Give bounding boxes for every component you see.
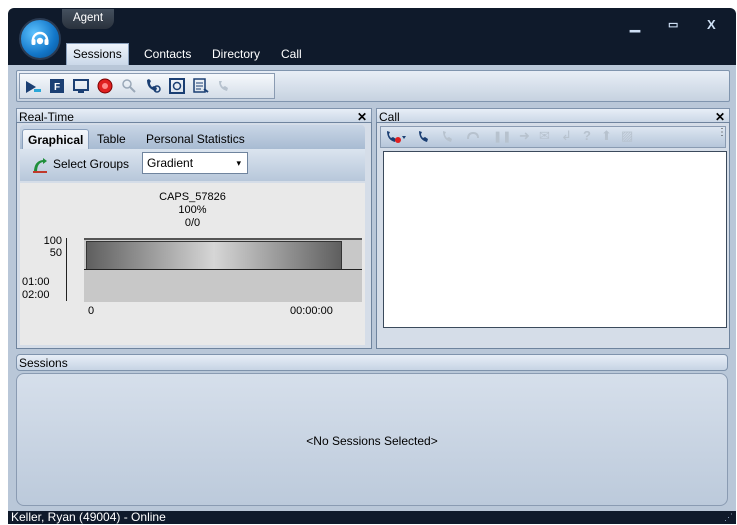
hold-icon: ❚❚: [493, 131, 512, 143]
call-content-area: [383, 151, 727, 328]
subtab-table[interactable]: Table: [97, 129, 126, 149]
x-label-left: 0: [88, 305, 95, 317]
toolbar-group: F: [19, 73, 275, 99]
app-window: Agent ▁ ▭ X Sessions Contacts Directory …: [8, 8, 736, 524]
schedule-icon[interactable]: [168, 77, 186, 95]
sessions-title: Sessions: [19, 356, 68, 370]
agent-logo-icon[interactable]: [19, 18, 61, 60]
sessions-header: Sessions: [16, 354, 728, 371]
conference-icon: ✉: [539, 128, 550, 143]
x-label-right: 00:00:00: [290, 305, 333, 317]
sessions-body: <No Sessions Selected>: [16, 373, 728, 506]
y-tick-0200: 02:00: [22, 289, 50, 301]
select-groups-row: Select Groups Gradient ▾: [20, 149, 365, 181]
dial-icon[interactable]: [385, 129, 407, 145]
no-sessions-text: <No Sessions Selected>: [306, 434, 438, 448]
consult-icon: ↲: [561, 128, 572, 143]
sessions-panel: Sessions <No Sessions Selected>: [16, 354, 728, 509]
close-icon[interactable]: X: [707, 17, 716, 32]
report-icon[interactable]: [192, 77, 210, 95]
call-toolbar: ❚❚ ➜ ✉ ↲ ? ⬆ ▨ ⋮: [380, 126, 727, 148]
forms-icon[interactable]: F: [48, 77, 66, 95]
overflow-icon[interactable]: ⋮: [717, 128, 727, 138]
y-tick-0100: 01:00: [22, 276, 50, 288]
select-groups-label[interactable]: Select Groups: [53, 157, 129, 171]
realtime-panel: Graphical Table Personal Statistics Sele…: [16, 122, 372, 349]
realtime-subtabs: Graphical Table Personal Statistics: [20, 125, 365, 150]
realtime-graph: CAPS_57826 100% 0/0 100 50 01:00 02:00 0…: [20, 183, 365, 345]
minimize-icon[interactable]: ▁: [630, 17, 640, 33]
subtab-personal-statistics[interactable]: Personal Statistics: [146, 129, 245, 149]
toolbar: F: [16, 70, 730, 102]
window-title: Agent: [62, 9, 114, 29]
tab-call-log[interactable]: Call Log: [281, 43, 302, 83]
transfer-icon: ➜: [519, 128, 530, 143]
resize-grip-icon[interactable]: ⋰: [724, 511, 733, 524]
screen-icon[interactable]: [72, 77, 90, 95]
svg-text:F: F: [54, 82, 60, 93]
graph-style-value: Gradient: [147, 156, 194, 170]
ready-icon[interactable]: [24, 77, 42, 95]
redial-icon: [467, 131, 479, 140]
graph-divider: [84, 269, 362, 270]
group-ratio: 0/0: [184, 217, 201, 229]
tab-directory[interactable]: Directory: [212, 43, 260, 65]
hangup-icon: [443, 131, 452, 142]
mute-icon: ▨: [621, 128, 634, 143]
chevron-down-icon: ▾: [236, 158, 241, 168]
call-panel: ❚❚ ➜ ✉ ↲ ? ⬆ ▨ ⋮: [376, 122, 730, 349]
status-text: Keller, Ryan (49004) - Online: [11, 510, 166, 524]
tab-contacts[interactable]: Contacts: [144, 43, 191, 65]
upload-icon: ⬆: [601, 128, 612, 143]
transfer-disabled-icon: [219, 81, 228, 91]
group-percent: 100%: [178, 204, 207, 216]
answer-icon[interactable]: [417, 129, 433, 145]
y-axis: [66, 238, 67, 301]
status-bar: Keller, Ryan (49004) - Online ⋰: [8, 511, 736, 524]
graph-style-select[interactable]: Gradient ▾: [142, 152, 248, 174]
maximize-icon[interactable]: ▭: [668, 18, 678, 31]
main-area: F Real-Time ✕ Graphical Table Personal S…: [8, 65, 736, 524]
monitor-icon: [122, 79, 136, 93]
select-groups-icon[interactable]: [31, 156, 49, 174]
record-icon[interactable]: [96, 77, 114, 95]
subtab-graphical[interactable]: Graphical: [22, 129, 90, 150]
y-tick-50: 50: [49, 247, 62, 259]
help-icon: ?: [583, 128, 591, 143]
gradient-bar: [86, 241, 342, 270]
group-name: CAPS_57826: [159, 191, 226, 203]
y-tick-100: 100: [43, 235, 62, 247]
phone-search-icon[interactable]: [144, 77, 162, 95]
tab-sessions[interactable]: Sessions: [66, 43, 129, 66]
